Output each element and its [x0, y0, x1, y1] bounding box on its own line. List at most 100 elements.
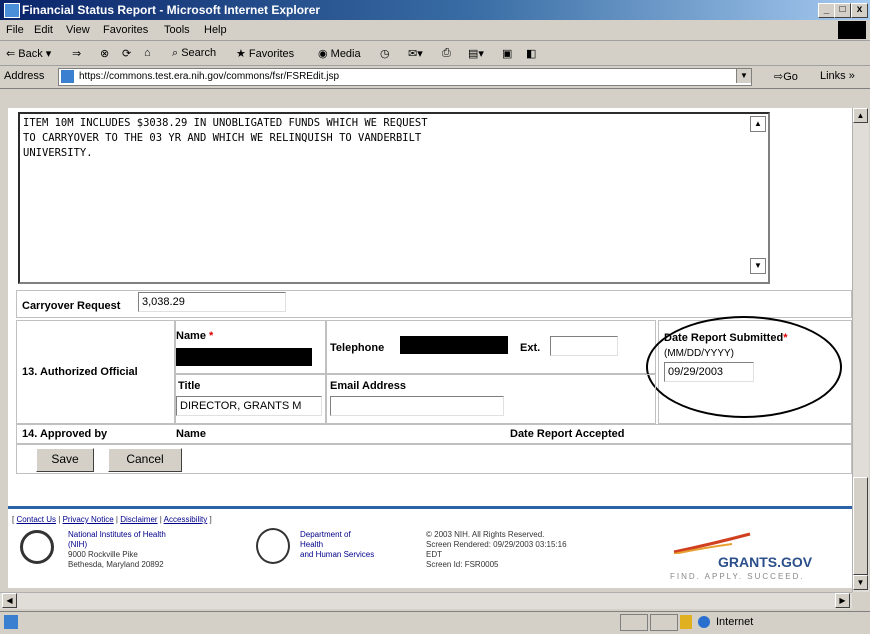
- status-panel-2: [650, 614, 678, 631]
- maximize-button[interactable]: □: [834, 3, 851, 18]
- grants-tagline: FIND. APPLY. SUCCEED.: [670, 572, 805, 581]
- nih-line-4: Bethesda, Maryland 20892: [68, 560, 164, 569]
- horizontal-scrollbar[interactable]: ◀ ▶: [0, 592, 852, 609]
- edit-icon[interactable]: ▤▾: [468, 47, 484, 60]
- telephone-redacted: [400, 336, 508, 354]
- screen-rendered-text: Screen Rendered: 09/29/2003 03:15:16: [426, 540, 567, 549]
- address-bar: Address https://commons.test.era.nih.gov…: [0, 66, 870, 89]
- ext-label: Ext.: [520, 342, 541, 354]
- back-button[interactable]: ⇐ Back ▾: [6, 47, 51, 60]
- nih-line-1: National Institutes of Health: [68, 530, 166, 539]
- media-button[interactable]: ◉ Media: [318, 47, 361, 60]
- mail-icon[interactable]: ✉▾: [408, 47, 423, 60]
- favorites-button[interactable]: ★ Favorites: [236, 47, 294, 60]
- menu-edit[interactable]: Edit: [34, 24, 53, 36]
- menu-bar: File Edit View Favorites Tools Help: [0, 20, 870, 41]
- hhs-logo-icon: [256, 528, 290, 564]
- address-url: https://commons.test.era.nih.gov/commons…: [79, 71, 340, 82]
- ext-input[interactable]: [550, 336, 618, 356]
- close-button[interactable]: x: [851, 3, 868, 18]
- email-label: Email Address: [330, 380, 407, 392]
- page-icon: [61, 70, 74, 83]
- media-label: Media: [330, 48, 361, 60]
- go-button[interactable]: ⇨Go: [774, 70, 798, 83]
- highlight-circle: [646, 316, 842, 418]
- address-input[interactable]: https://commons.test.era.nih.gov/commons…: [58, 68, 752, 86]
- scroll-thumb[interactable]: [853, 477, 868, 575]
- menu-tools[interactable]: Tools: [164, 24, 190, 36]
- ie-icon: [4, 3, 20, 18]
- title-input[interactable]: [176, 396, 322, 416]
- address-label: Address: [4, 70, 45, 82]
- save-button[interactable]: Save: [36, 448, 94, 472]
- menu-help[interactable]: Help: [204, 24, 227, 36]
- status-page-icon: [4, 615, 18, 629]
- home-icon[interactable]: ⌂: [144, 47, 151, 59]
- nih-logo-icon: [20, 530, 54, 564]
- forward-button[interactable]: ⇒: [72, 47, 81, 60]
- scroll-left-icon[interactable]: ◀: [2, 593, 17, 608]
- carryover-label: Carryover Request: [22, 300, 121, 312]
- date-accepted-label: Date Report Accepted: [510, 428, 625, 440]
- menu-view[interactable]: View: [66, 24, 90, 36]
- footer-info: © 2003 NIH. All Rights Reserved. Screen …: [426, 530, 567, 570]
- carryover-input[interactable]: [138, 292, 286, 312]
- scroll-right-icon[interactable]: ▶: [835, 593, 850, 608]
- nih-address: National Institutes of Health (NIH) 9000…: [68, 530, 166, 570]
- status-panel-1: [620, 614, 648, 631]
- favorites-label: Favorites: [248, 48, 295, 60]
- minimize-button[interactable]: _: [818, 3, 835, 18]
- scroll-up-icon[interactable]: ▲: [853, 108, 868, 123]
- search-label: Search: [181, 47, 217, 59]
- grants-swoosh-icon: [672, 532, 762, 555]
- copyright-text: © 2003 NIH. All Rights Reserved.: [426, 530, 545, 539]
- screen-id-text: Screen Id: FSR0005: [426, 560, 499, 569]
- search-button[interactable]: ⌕ Search: [172, 47, 216, 60]
- name-label: Name *: [176, 330, 213, 342]
- contact-us-link[interactable]: Contact Us: [16, 515, 56, 524]
- window-title: Financial Status Report - Microsoft Inte…: [22, 3, 321, 17]
- research-icon[interactable]: ◧: [526, 47, 536, 60]
- privacy-notice-link[interactable]: Privacy Notice: [63, 515, 114, 524]
- print-icon[interactable]: ⎙: [442, 47, 451, 60]
- name-required-mark: *: [209, 330, 214, 342]
- discuss-icon[interactable]: ▣: [502, 47, 512, 60]
- disclaimer-link[interactable]: Disclaimer: [120, 515, 157, 524]
- hhs-line-2: Health: [300, 540, 324, 549]
- cancel-button[interactable]: Cancel: [108, 448, 182, 472]
- links-label: Links: [820, 70, 846, 82]
- approved-label: 14. Approved by: [22, 428, 108, 440]
- scroll-down-icon[interactable]: ▼: [853, 575, 868, 590]
- footer-divider: [8, 506, 852, 509]
- refresh-icon[interactable]: ⟳: [122, 47, 131, 60]
- title-label: Title: [178, 380, 201, 392]
- approved-name-label: Name: [176, 428, 206, 440]
- hhs-line-3: and Human Services: [300, 550, 375, 559]
- timezone-text: EDT: [426, 550, 442, 559]
- menu-file[interactable]: File: [6, 24, 24, 36]
- hhs-text: Department of Health and Human Services: [300, 530, 374, 560]
- links-button[interactable]: Links »: [820, 70, 855, 82]
- status-bar: Internet: [0, 611, 870, 634]
- email-input[interactable]: [330, 396, 504, 416]
- remarks-scroll-up-icon[interactable]: ▲: [750, 116, 766, 132]
- menu-favorites[interactable]: Favorites: [103, 24, 148, 36]
- remarks-textarea[interactable]: [18, 112, 770, 284]
- name-label-text: Name: [176, 330, 206, 342]
- history-icon[interactable]: ◷: [380, 47, 390, 60]
- telephone-label: Telephone: [330, 342, 385, 354]
- back-label: Back: [18, 48, 43, 60]
- nih-line-2: (NIH): [68, 540, 88, 549]
- remarks-scroll-down-icon[interactable]: ▼: [750, 258, 766, 274]
- title-bar: Financial Status Report - Microsoft Inte…: [0, 0, 870, 20]
- footer-links: [ Contact Us | Privacy Notice | Disclaim…: [12, 515, 212, 524]
- page-content: ▲ ▼ Carryover Request 13. Authorized Off…: [8, 108, 852, 588]
- nih-line-3: 9000 Rockville Pike: [68, 550, 138, 559]
- accessibility-link[interactable]: Accessibility: [164, 515, 208, 524]
- approved-row: [16, 424, 852, 444]
- stop-icon[interactable]: ⊗: [100, 47, 109, 60]
- address-dropdown-icon[interactable]: ▼: [736, 69, 751, 83]
- grants-logo-text: GRANTS.GOV: [718, 554, 813, 570]
- toolbar: ⇐ Back ▾ ⇒ ⊗ ⟳ ⌂ ⌕ Search ★ Favorites ◉ …: [0, 41, 870, 66]
- page-scrollbar[interactable]: ▲ ▼: [852, 108, 869, 592]
